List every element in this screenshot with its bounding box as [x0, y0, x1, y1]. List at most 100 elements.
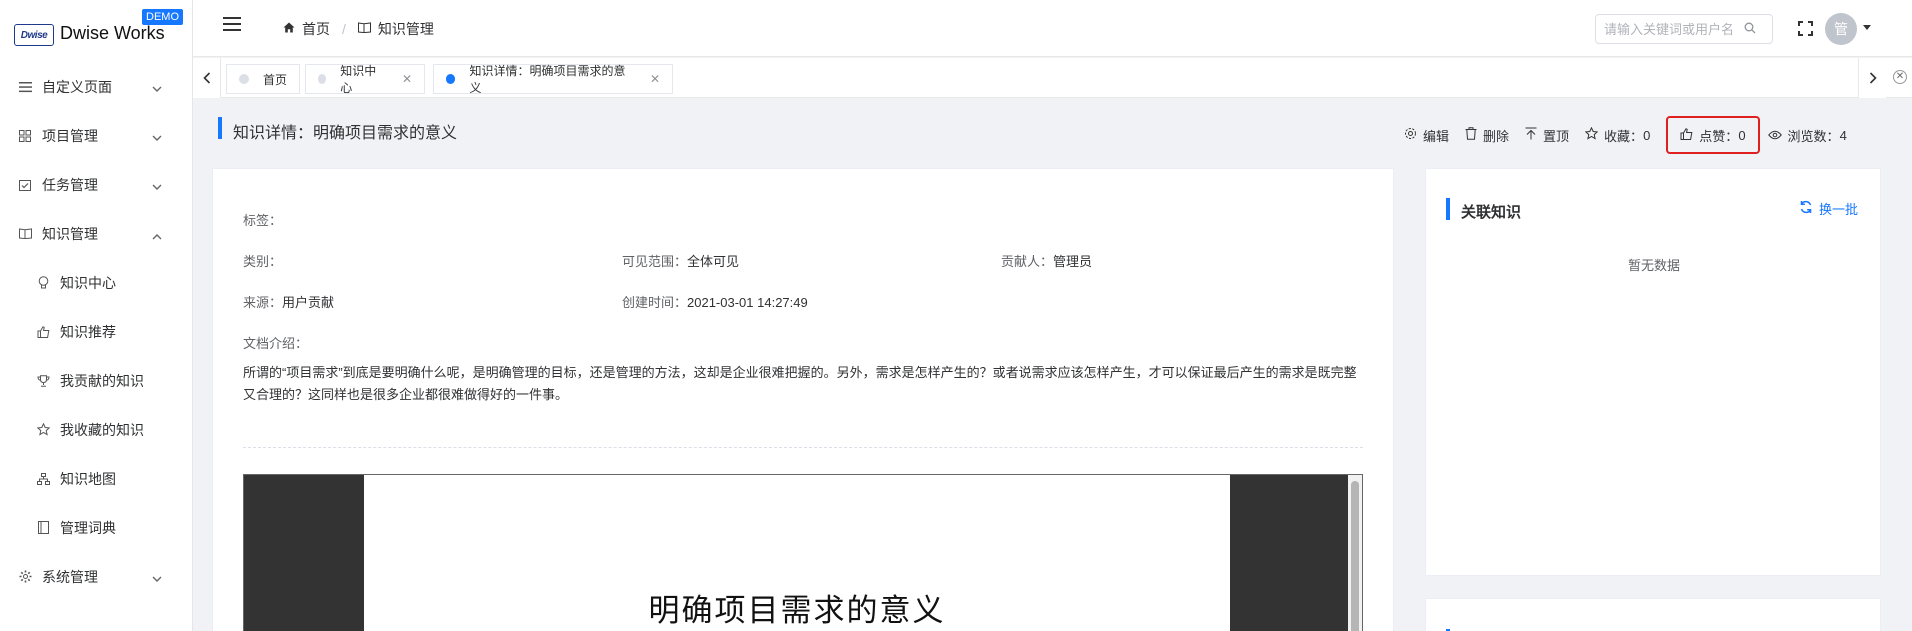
tabs-scroll-right-icon[interactable] — [1858, 58, 1886, 98]
related-title: 关联知识 — [1461, 204, 1522, 221]
contributor-field: 贡献人：管理员 — [1001, 251, 1092, 270]
lightbulb-icon — [36, 276, 50, 290]
sidebar-item-my-favorites[interactable]: 我收藏的知识 — [0, 405, 192, 454]
sidebar-item-knowledge-recommend[interactable]: 知识推荐 — [0, 307, 192, 356]
sidebar-item-knowledge[interactable]: 知识管理 — [0, 209, 192, 258]
logo-text: Dwise Works — [60, 23, 165, 43]
grid-icon — [18, 129, 32, 143]
tags-row: 标签： — [243, 210, 282, 229]
tab-status-dot — [318, 74, 327, 84]
pin-top-button[interactable]: 置顶 — [1525, 123, 1569, 147]
chevron-down-icon — [152, 570, 162, 586]
star-icon — [1584, 126, 1599, 143]
menu-toggle-icon[interactable] — [223, 17, 241, 31]
preview-margin-right — [1230, 475, 1348, 631]
search-input[interactable] — [1604, 21, 1744, 37]
preview-scrollbar[interactable] — [1348, 475, 1362, 631]
sidebar-item-label: 系统管理 — [42, 568, 98, 585]
fullscreen-icon[interactable] — [1798, 21, 1813, 36]
search-box[interactable] — [1595, 14, 1773, 44]
refresh-batch-button[interactable]: 换一批 — [1799, 199, 1858, 218]
views-count: 4 — [1839, 127, 1847, 143]
sidebar-item-dictionary[interactable]: 管理词典 — [0, 503, 192, 552]
favorite-button[interactable]: 收藏： 0 — [1584, 123, 1651, 147]
breadcrumb-separator: / — [342, 21, 346, 37]
home-icon — [283, 22, 295, 36]
tab-knowledge-center[interactable]: 知识中心 ✕ — [305, 64, 425, 95]
action-toolbar: 编辑 删除 置顶 收藏： 0 点赞： 0 浏览数： 4 — [1404, 116, 1863, 154]
edit-label: 编辑 — [1423, 128, 1450, 144]
document-title: 明确项目需求的意义 — [648, 593, 946, 629]
intro-label: 文档介绍： — [243, 336, 309, 351]
sidebar-item-label: 管理词典 — [60, 519, 116, 536]
category-field: 类别： — [243, 251, 282, 270]
chevron-down-icon — [152, 80, 162, 96]
book-icon — [357, 22, 371, 36]
created-time-field: 创建时间：2021-03-01 14:27:49 — [622, 292, 808, 311]
gear-icon — [1404, 127, 1417, 143]
favorite-label: 收藏： — [1604, 128, 1644, 144]
logo[interactable]: Dwise Dwise Works DEMO — [0, 0, 192, 62]
views-label: 浏览数： — [1787, 128, 1840, 144]
page-title: 知识详情：明确项目需求的意义 — [233, 125, 458, 142]
breadcrumb: 首页 / 知识管理 — [283, 19, 434, 39]
sidebar-item-custom-pages[interactable]: 自定义页面 — [0, 62, 192, 111]
tab-label: 首页 — [263, 72, 288, 87]
thumbs-up-icon — [36, 325, 50, 339]
tab-status-dot — [446, 74, 456, 84]
sidebar-item-my-contributions[interactable]: 我贡献的知识 — [0, 356, 192, 405]
edit-button[interactable]: 编辑 — [1404, 123, 1449, 147]
book-icon — [36, 521, 50, 535]
sidebar-item-label: 知识中心 — [60, 274, 116, 291]
close-all-tabs-icon[interactable]: ✕ — [1893, 70, 1907, 84]
sidebar-item-tasks[interactable]: 任务管理 — [0, 160, 192, 209]
sitemap-icon — [36, 472, 50, 486]
document-preview[interactable]: 明确项目需求的意义 — [243, 474, 1363, 631]
book-icon — [18, 227, 32, 241]
knowledge-submenu: 知识中心 知识推荐 我贡献的知识 我收藏的知识 知识地图 管理词典 — [0, 258, 192, 552]
title-accent-bar — [218, 117, 222, 139]
sidebar-item-projects[interactable]: 项目管理 — [0, 111, 192, 160]
tags-label: 标签： — [243, 213, 283, 228]
contributor-label: 贡献人： — [1001, 254, 1054, 269]
sidebar-item-knowledge-center[interactable]: 知识中心 — [0, 258, 192, 307]
like-button[interactable]: 点赞： 0 — [1666, 116, 1760, 154]
breadcrumb-label: 首页 — [302, 21, 330, 37]
tab-knowledge-detail[interactable]: 知识详情：明确项目需求的意义 ✕ — [433, 64, 673, 95]
thumbs-up-icon — [1680, 127, 1693, 143]
chevron-down-icon — [152, 129, 162, 145]
tabs-scroll-left-icon[interactable] — [193, 58, 221, 98]
search-icon[interactable] — [1744, 21, 1756, 37]
tabs-bar: 首页 知识中心 ✕ 知识详情：明确项目需求的意义 ✕ ✕ — [193, 58, 1912, 98]
chevron-down-icon — [152, 178, 162, 194]
tab-label: 知识详情：明确项目需求的意义 — [469, 64, 626, 95]
demo-badge: DEMO — [142, 9, 183, 25]
like-label: 点赞： — [1699, 128, 1739, 144]
divider — [243, 447, 1363, 448]
tab-home[interactable]: 首页 — [226, 64, 300, 94]
source-value: 用户贡献 — [282, 295, 335, 310]
close-icon[interactable]: ✕ — [650, 72, 660, 86]
avatar[interactable]: 管 — [1825, 13, 1857, 45]
scrollbar-thumb[interactable] — [1351, 481, 1359, 631]
source-label: 来源： — [243, 295, 283, 310]
visibility-field: 可见范围：全体可见 — [622, 251, 739, 270]
sidebar-item-knowledge-map[interactable]: 知识地图 — [0, 454, 192, 503]
trophy-icon — [36, 374, 50, 388]
sidebar-item-label: 知识管理 — [42, 225, 98, 242]
created-label: 创建时间： — [622, 295, 688, 310]
close-icon[interactable]: ✕ — [402, 72, 412, 86]
sidebar-item-system[interactable]: 系统管理 — [0, 552, 192, 601]
caret-down-icon[interactable] — [1863, 25, 1871, 30]
page-header: 知识详情：明确项目需求的意义 编辑 删除 置顶 收藏： 0 点赞： 0 浏览数：… — [193, 98, 1912, 154]
sidebar-item-label: 任务管理 — [42, 176, 98, 193]
views-counter: 浏览数： 4 — [1767, 123, 1847, 147]
breadcrumb-home[interactable]: 首页 — [283, 19, 330, 39]
sidebar-item-label: 我贡献的知识 — [60, 372, 144, 389]
sidebar: Dwise Dwise Works DEMO 自定义页面 项目管理 任务管理 知… — [0, 0, 193, 631]
intro-text: 所谓的“项目需求”到底是要明确什么呢，是明确管理的目标，还是管理的方法，这却是企… — [243, 365, 1357, 402]
favorite-count: 0 — [1643, 127, 1651, 143]
breadcrumb-label: 知识管理 — [377, 21, 434, 37]
sidebar-item-label: 知识推荐 — [60, 323, 116, 340]
delete-button[interactable]: 删除 — [1465, 123, 1509, 147]
